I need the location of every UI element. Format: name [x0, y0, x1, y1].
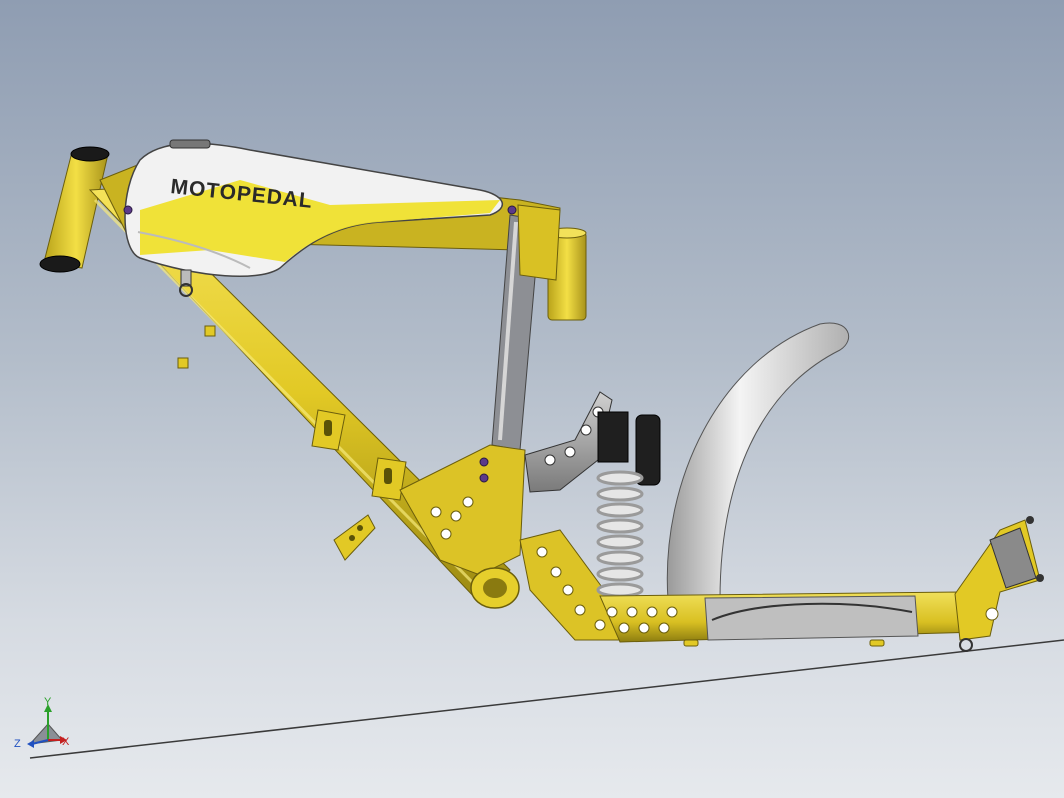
gas-tank: MOTOPEDAL — [124, 139, 503, 278]
triad-x-label: X — [62, 736, 70, 748]
coordinate-triad[interactable]: Y X Z — [10, 696, 74, 758]
cad-viewport[interactable]: MOTOPEDAL Y X Z — [0, 0, 1064, 798]
swingarm — [599, 591, 981, 647]
head-tube — [39, 146, 110, 273]
triad-z-label: Z — [14, 738, 21, 750]
ground-line — [29, 639, 1064, 759]
bottom-bracket — [470, 567, 520, 609]
rear-fender — [666, 322, 850, 601]
triad-y-label: Y — [44, 696, 52, 708]
frame-model-view[interactable]: MOTOPEDAL — [0, 0, 1064, 798]
rear-dropout — [954, 516, 1044, 652]
rear-shock — [596, 411, 661, 598]
gusset-plate — [399, 444, 526, 576]
